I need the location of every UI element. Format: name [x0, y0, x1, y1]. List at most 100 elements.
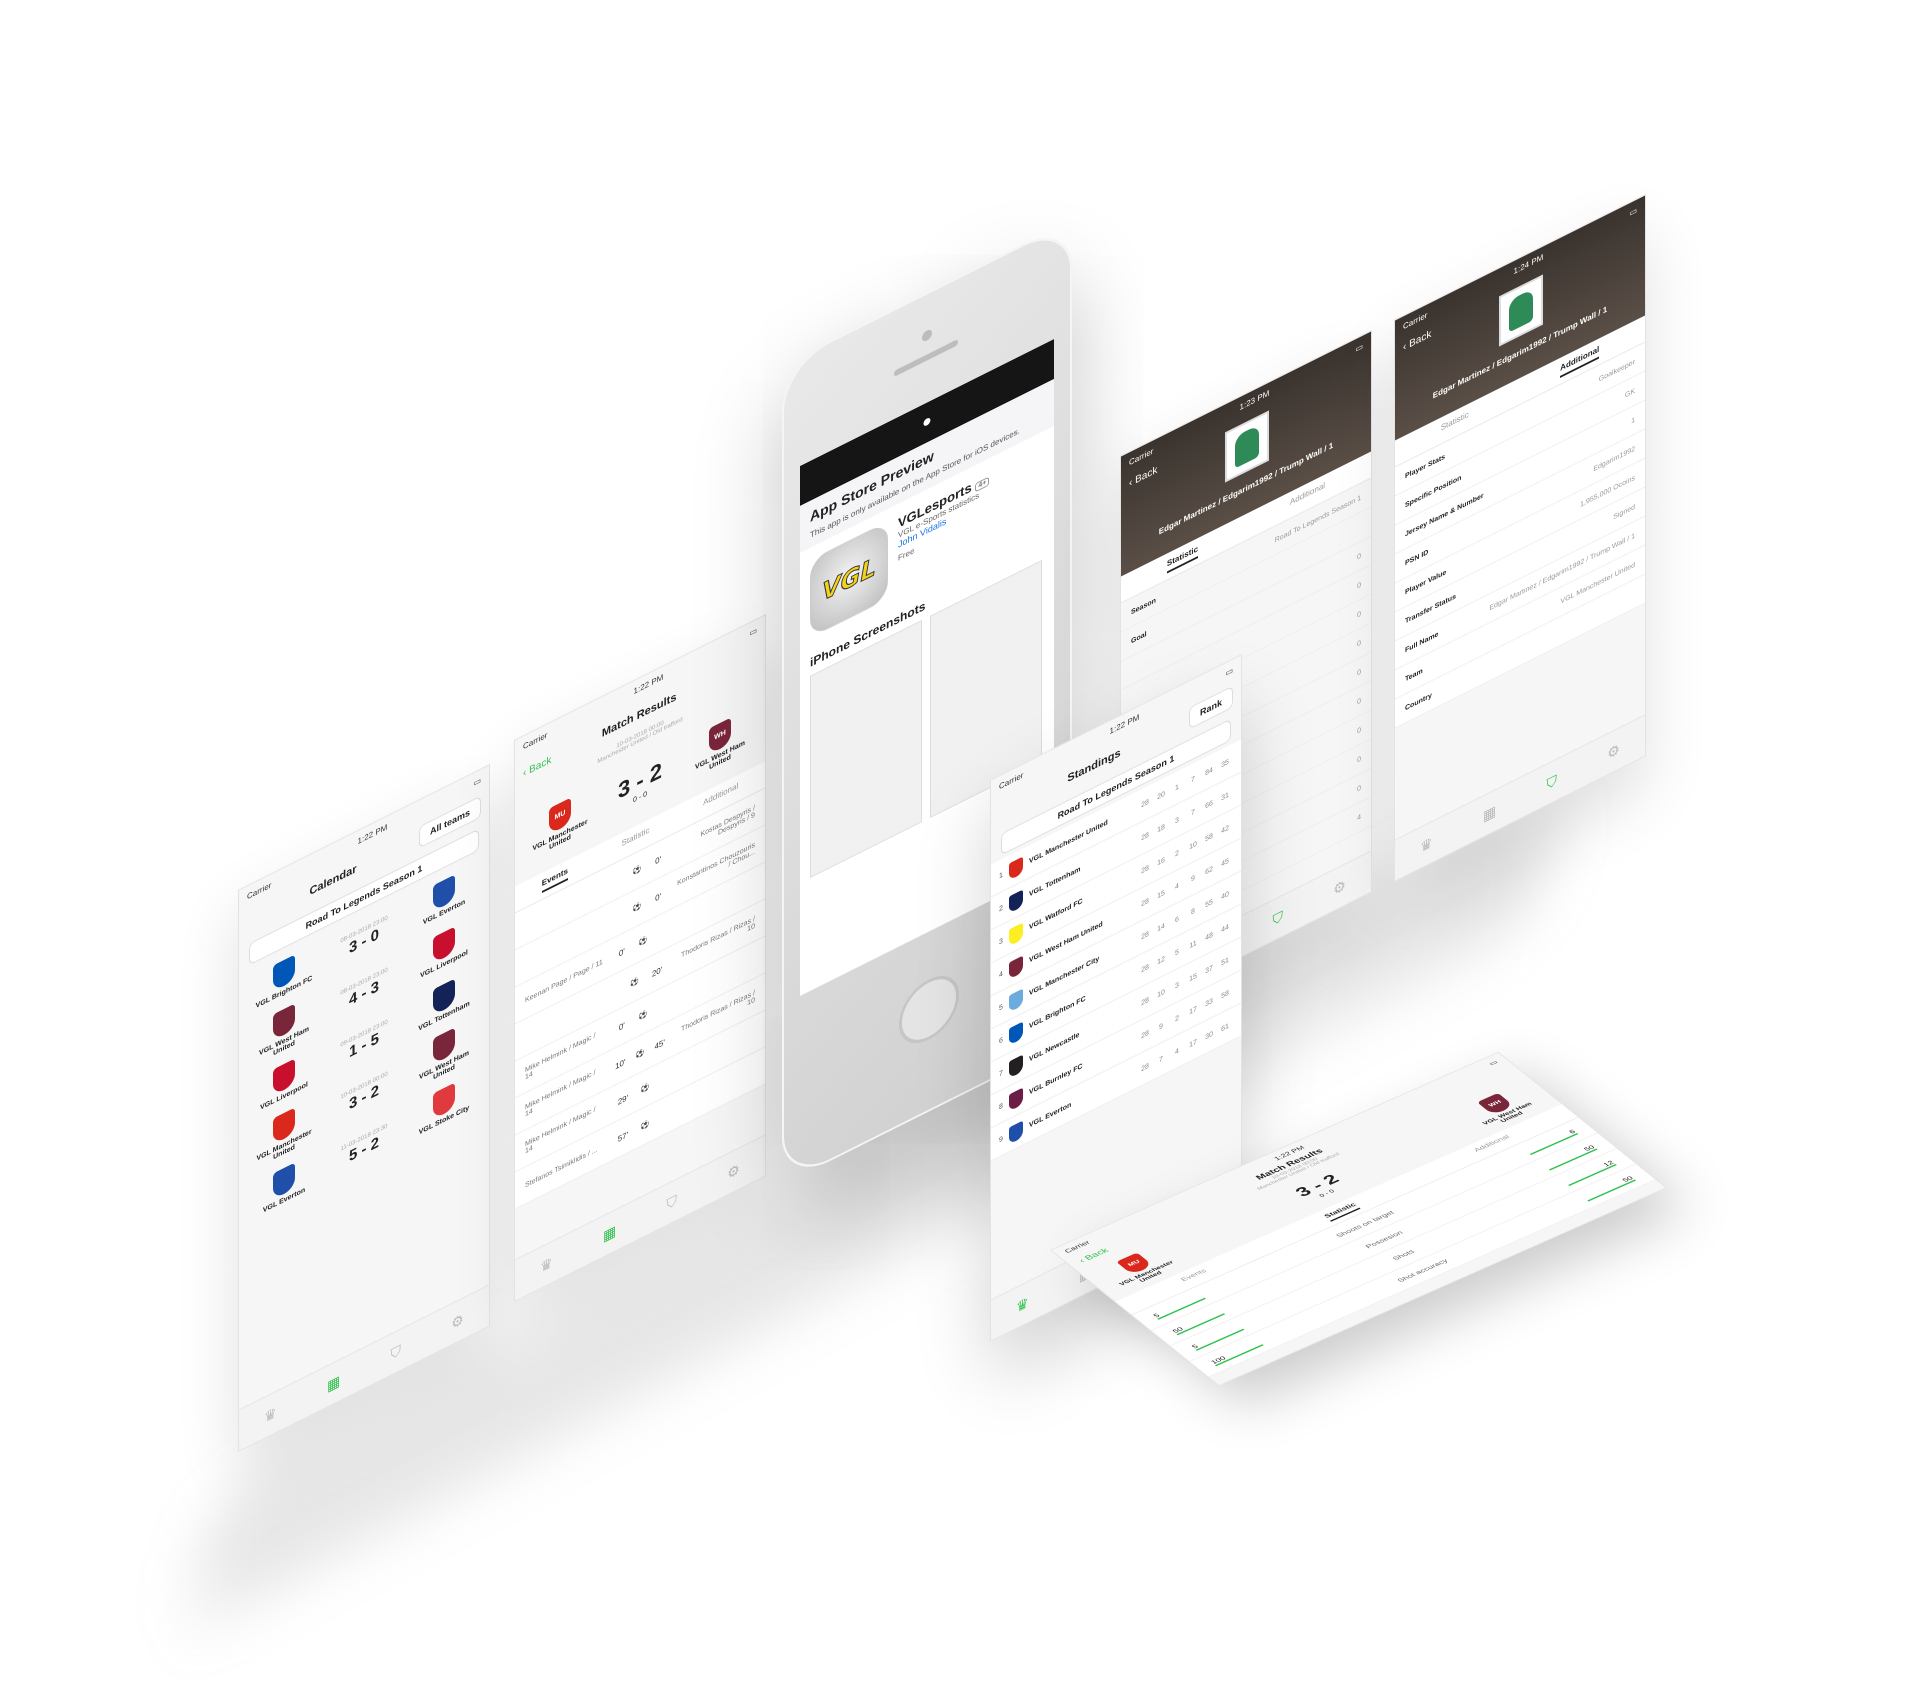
trophy-icon[interactable]: ♛ [264, 1403, 277, 1426]
rank-position: 3 [999, 937, 1003, 946]
home-event-minute: 10' [615, 1056, 626, 1071]
stat-cell: 28 [1141, 996, 1149, 1007]
stat-cell: 58 [1205, 832, 1213, 843]
stat-value: 0 [1357, 697, 1361, 706]
stat-cell: 44 [1221, 923, 1229, 934]
stat-cell: 11 [1189, 939, 1197, 950]
clock: 1:24 PM [1513, 251, 1544, 276]
ball-icon: ⚽ [632, 902, 642, 914]
home-event-minute: 57' [617, 1129, 629, 1144]
trophy-icon[interactable]: ♛ [540, 1253, 553, 1276]
stat-cell: 8 [1191, 907, 1195, 916]
clock: 1:23 PM [1239, 387, 1270, 412]
stat-cell: 3 [1175, 981, 1179, 990]
shirt-icon[interactable]: ⛉ [667, 1191, 678, 1213]
back-label: Back [529, 753, 552, 776]
calendar-icon[interactable]: ▦ [327, 1371, 340, 1395]
away-event-minute: 20' [651, 964, 663, 979]
carrier-label: Carrier [1403, 309, 1428, 331]
stat-cell: 18 [1157, 823, 1165, 834]
ball-icon: ⚽ [630, 977, 640, 989]
home-event-minute: 29' [617, 1092, 629, 1107]
battery-icon: ▭ [473, 775, 481, 788]
gear-icon[interactable]: ⚙ [727, 1160, 740, 1183]
stat-cell: 28 [1141, 897, 1149, 908]
rank-position: 8 [999, 1102, 1003, 1111]
battery-icon: ▭ [749, 625, 757, 638]
team-crest-icon [1009, 1021, 1023, 1045]
away-event-minute: 0' [655, 853, 662, 866]
stat-cell: 2 [1175, 849, 1179, 858]
team-crest-icon [1009, 1054, 1023, 1078]
player-avatar [1499, 274, 1543, 347]
stat-cell: 51 [1221, 956, 1229, 967]
stat-cell: 62 [1205, 865, 1213, 876]
rank-position: 9 [999, 1135, 1003, 1144]
ball-icon: ⚽ [640, 1120, 650, 1132]
shirt-icon[interactable]: ⛉ [1273, 907, 1284, 929]
match-results-screen: Carrier 1:22 PM ▭ ‹ Back Match Results 10-… [514, 614, 766, 1302]
stat-cell: 6 [1175, 915, 1179, 924]
trophy-icon[interactable]: ♛ [1016, 1293, 1029, 1316]
stat-cell: 28 [1141, 831, 1149, 842]
speaker-grille [894, 339, 958, 377]
stat-cell: 10 [1189, 840, 1197, 851]
battery-icon: ▭ [1355, 341, 1363, 354]
calendar-icon[interactable]: ▦ [1483, 801, 1496, 825]
stat-value: 0 [1357, 581, 1361, 590]
stat-value: 4 [1357, 813, 1361, 822]
apple-logo-icon: ● [922, 411, 932, 433]
team-crest-icon [1009, 955, 1023, 979]
team-crest-icon [1009, 889, 1023, 913]
home-button[interactable] [899, 964, 959, 1055]
home-event-minute: 0' [618, 946, 625, 959]
ball-icon: ⚽ [632, 865, 642, 877]
rank-position: 4 [999, 970, 1003, 979]
rank-position: 2 [999, 904, 1003, 913]
stat-value: 0 [1357, 610, 1361, 619]
stat-cell: 30 [1205, 1030, 1213, 1041]
gear-icon[interactable]: ⚙ [1333, 876, 1346, 899]
stat-cell: 33 [1205, 997, 1213, 1008]
stat-cell: 9 [1191, 874, 1195, 883]
stat-cell: 7 [1159, 1055, 1163, 1064]
shirt-icon[interactable]: ⛉ [391, 1341, 402, 1363]
back-button[interactable]: ‹ Back [523, 754, 551, 779]
stat-cell: 7 [1191, 808, 1195, 817]
team-crest-icon [1009, 1087, 1023, 1111]
trophy-icon[interactable]: ♛ [1420, 833, 1433, 856]
team-crest-icon [1009, 922, 1023, 946]
stat-cell: 35 [1221, 758, 1229, 769]
match-center: 11-03-2018 23:30 5 - 2 [341, 1123, 388, 1169]
calendar-icon[interactable]: ▦ [603, 1221, 616, 1245]
stat-cell: 42 [1221, 824, 1229, 835]
gear-icon[interactable]: ⚙ [1607, 740, 1620, 763]
stat-label: Shots [1390, 1248, 1416, 1262]
stat-cell: 2 [1175, 1014, 1179, 1023]
gear-icon[interactable]: ⚙ [451, 1310, 464, 1333]
calendar-screen: Carrier 1:22 PM ▭ Calendar All teams Road … [238, 764, 490, 1452]
stat-cell: 37 [1205, 964, 1213, 975]
info-value: GK [1624, 387, 1635, 400]
stat-cell: 15 [1157, 889, 1165, 900]
stat-value: 0 [1357, 726, 1361, 735]
stat-value: 0 [1357, 784, 1361, 793]
stat-cell: 28 [1141, 1062, 1149, 1073]
stat-cell: 10 [1157, 988, 1165, 999]
stat-value: 0 [1357, 639, 1361, 648]
shirt-icon[interactable]: ⛉ [1547, 771, 1558, 793]
stat-cell: 31 [1221, 791, 1229, 802]
rank-position: 6 [999, 1036, 1003, 1045]
player-photo-icon [1509, 288, 1533, 333]
stat-cell: 17 [1189, 1005, 1197, 1016]
stat-value: 0 [1357, 668, 1361, 677]
rank-position: 1 [999, 871, 1003, 880]
stat-cell: 55 [1205, 898, 1213, 909]
stat-cell: 12 [1157, 955, 1165, 966]
away-event-minute: 45' [654, 1037, 665, 1052]
stat-cell: 15 [1189, 972, 1197, 983]
battery-icon: ▭ [1225, 665, 1233, 678]
ball-icon: ⚽ [638, 936, 648, 948]
player-photo-icon [1235, 424, 1259, 469]
camera-icon [922, 328, 932, 343]
